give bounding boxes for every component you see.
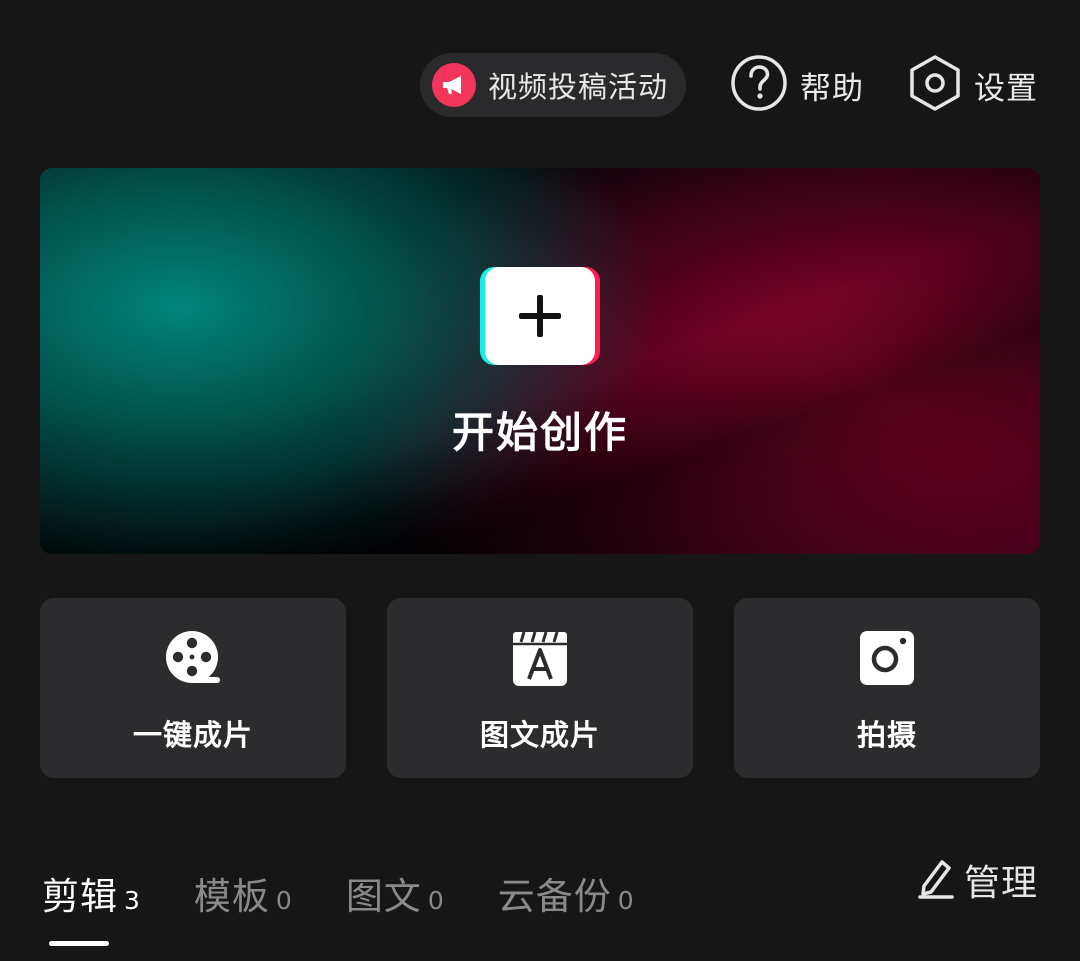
camera-icon [857,628,917,688]
tab-image-text[interactable]: 图文 0 [346,866,444,920]
tab-edit[interactable]: 剪辑 3 [42,866,140,946]
help-circle-icon [730,54,788,116]
hexagon-settings-icon [908,54,962,116]
top-bar: 视频投稿活动 帮助 设置 [419,52,1038,118]
camera-button[interactable]: 拍摄 [734,598,1040,778]
manage-label: 管理 [963,863,1038,904]
help-label: 帮助 [800,70,864,107]
promo-label: 视频投稿活动 [487,70,668,104]
help-button[interactable]: 帮助 [730,54,864,116]
active-tab-indicator [49,941,109,946]
quick-actions: 一键成片 图文成片 拍摄 [40,598,1040,778]
one-click-video-label: 一键成片 [132,718,253,752]
megaphone-icon [431,63,476,107]
text-clapper-icon [510,628,570,688]
tab-label: 剪辑 [42,875,118,918]
project-tabs: 剪辑 3 模板 0 图文 0 云备份 0 [42,850,688,946]
film-reel-icon [163,628,223,688]
manage-button[interactable]: 管理 [916,854,1038,906]
settings-label: 设置 [974,70,1038,107]
camera-label: 拍摄 [856,718,917,752]
tab-cloud-backup[interactable]: 云备份 0 [498,866,634,920]
hero-content: 开始创作 [40,168,1040,554]
tab-label: 图文 [345,875,422,918]
settings-button[interactable]: 设置 [908,54,1038,116]
tab-label: 云备份 [497,875,612,918]
tab-count: 0 [275,886,292,915]
text-to-video-label: 图文成片 [479,718,600,752]
text-to-video-button[interactable]: 图文成片 [387,598,693,778]
start-creating-banner[interactable]: 开始创作 [40,168,1040,554]
edit-pencil-icon [916,856,956,904]
tab-count: 3 [124,886,140,915]
tab-count: 0 [617,886,634,915]
hero-title: 开始创作 [451,408,628,457]
video-submission-promo-button[interactable]: 视频投稿活动 [419,53,686,117]
tab-templates[interactable]: 模板 0 [194,866,292,920]
one-click-video-button[interactable]: 一键成片 [40,598,346,778]
tab-count: 0 [427,886,444,915]
plus-icon [485,267,595,365]
tab-label: 模板 [193,875,270,918]
